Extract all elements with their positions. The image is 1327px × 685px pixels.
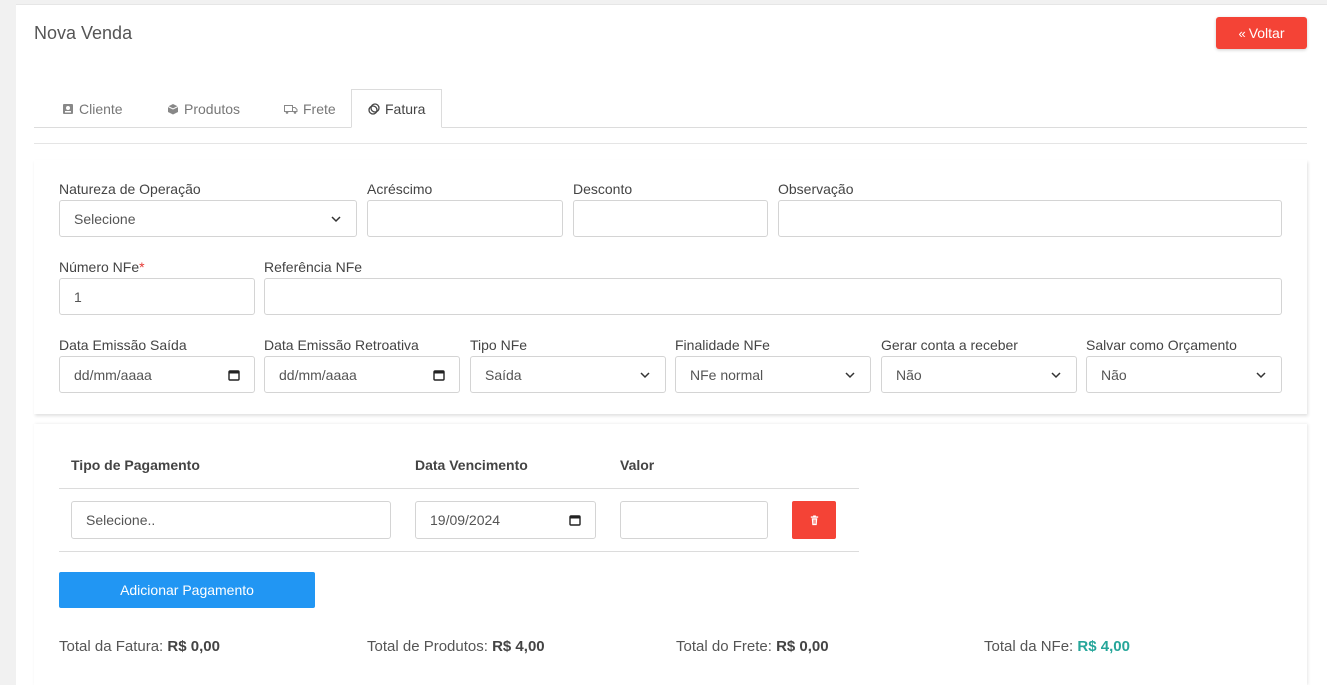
observacao-input[interactable] [778,200,1282,237]
table-header-divider [59,488,859,489]
tab-produtos[interactable]: Produtos [167,89,240,128]
back-button[interactable]: « Voltar [1216,17,1307,49]
back-button-label: Voltar [1248,25,1285,41]
total-fatura-label: Total da Fatura: [59,638,164,655]
header-tipo-pagamento: Tipo de Pagamento [71,457,200,473]
gerar-conta-label: Gerar conta a receber [881,337,1018,353]
calendar-icon[interactable] [569,514,581,526]
acrescimo-label: Acréscimo [367,181,433,197]
tab-frete[interactable]: Frete [284,89,336,128]
tipo-nfe-select[interactable]: Saída [470,356,666,393]
delete-payment-button[interactable] [792,501,836,539]
data-emissao-retroativa-label: Data Emissão Retroativa [264,337,419,353]
natureza-select[interactable]: Selecione [59,200,357,237]
referencia-nfe-label: Referência NFe [264,259,363,275]
chevron-down-icon [640,371,650,378]
tipo-nfe-label: Tipo NFe [470,337,528,353]
desconto-input[interactable] [573,200,768,237]
tab-bar: Cliente Produtos Frete Fatura [34,89,1307,128]
numero-nfe-input[interactable]: 1 [59,278,255,315]
total-nfe-label: Total da NFe: [984,638,1074,655]
total-nfe: Total da NFe: R$ 4,00 [984,638,1130,655]
total-frete: Total do Frete: R$ 0,00 [676,638,829,655]
truck-icon [284,104,298,114]
numero-nfe-value: 1 [74,288,82,305]
tab-label: Cliente [79,100,123,117]
coins-icon [368,102,380,115]
valor-input[interactable] [620,501,768,539]
salvar-orcamento-select[interactable]: Não [1086,356,1282,393]
numero-nfe-label: Número NFe* [59,259,145,275]
total-fatura-value: R$ 0,00 [167,638,220,655]
natureza-value: Selecione [74,210,136,227]
calendar-icon[interactable] [228,369,240,381]
table-row-divider [59,551,859,552]
observacao-label: Observação [778,181,854,197]
salvar-orcamento-value: Não [1101,366,1127,383]
tab-label: Frete [303,100,336,117]
chevron-down-icon [1051,371,1061,378]
total-produtos: Total de Produtos: R$ 4,00 [367,638,545,655]
total-produtos-label: Total de Produtos: [367,638,488,655]
natureza-label: Natureza de Operação [59,181,201,197]
finalidade-nfe-label: Finalidade NFe [675,337,770,353]
acrescimo-input[interactable] [367,200,563,237]
gerar-conta-select[interactable]: Não [881,356,1077,393]
tipo-pagamento-placeholder: Selecione.. [86,512,156,528]
total-fatura: Total da Fatura: R$ 0,00 [59,638,220,655]
double-chevron-left-icon: « [1238,25,1246,41]
chevron-down-icon [845,371,855,378]
tipo-nfe-value: Saída [485,366,522,383]
total-produtos-value: R$ 4,00 [492,638,545,655]
numero-nfe-label-text: Número NFe [59,259,140,275]
page-title: Nova Venda [34,23,133,43]
add-payment-button[interactable]: Adicionar Pagamento [59,572,315,608]
total-nfe-value: R$ 4,00 [1077,638,1130,655]
data-emissao-retroativa-value: dd/mm/aaaa [279,366,357,383]
calendar-icon[interactable] [433,369,445,381]
desconto-label: Desconto [573,181,633,197]
tab-label: Fatura [385,100,426,117]
chevron-down-icon [1256,371,1266,378]
required-mark: * [139,259,145,275]
header-valor: Valor [620,457,655,473]
salvar-orcamento-label: Salvar como Orçamento [1086,337,1237,353]
data-vencimento-input[interactable]: 19/09/2024 [415,501,596,539]
data-emissao-saida-label: Data Emissão Saída [59,337,187,353]
data-emissao-retroativa-input[interactable]: dd/mm/aaaa [264,356,460,393]
referencia-nfe-input[interactable] [264,278,1282,315]
tab-label: Produtos [184,100,241,117]
finalidade-nfe-select[interactable]: NFe normal [675,356,871,393]
tab-cliente[interactable]: Cliente [62,89,123,128]
data-emissao-saida-input[interactable]: dd/mm/aaaa [59,356,255,393]
total-frete-label: Total do Frete: [676,638,772,655]
tab-fatura[interactable]: Fatura [351,89,443,128]
chevron-down-icon [331,215,341,222]
tipo-pagamento-input[interactable]: Selecione.. [71,501,391,539]
finalidade-nfe-value: NFe normal [690,366,764,383]
total-frete-value: R$ 0,00 [776,638,829,655]
data-emissao-saida-value: dd/mm/aaaa [74,366,152,383]
trash-icon [810,514,818,525]
contact-card-icon [63,103,73,114]
box-icon [167,103,179,114]
gerar-conta-value: Não [896,366,922,383]
header-data-vencimento: Data Vencimento [415,457,528,473]
divider [34,143,1307,144]
data-vencimento-value: 19/09/2024 [430,512,501,528]
